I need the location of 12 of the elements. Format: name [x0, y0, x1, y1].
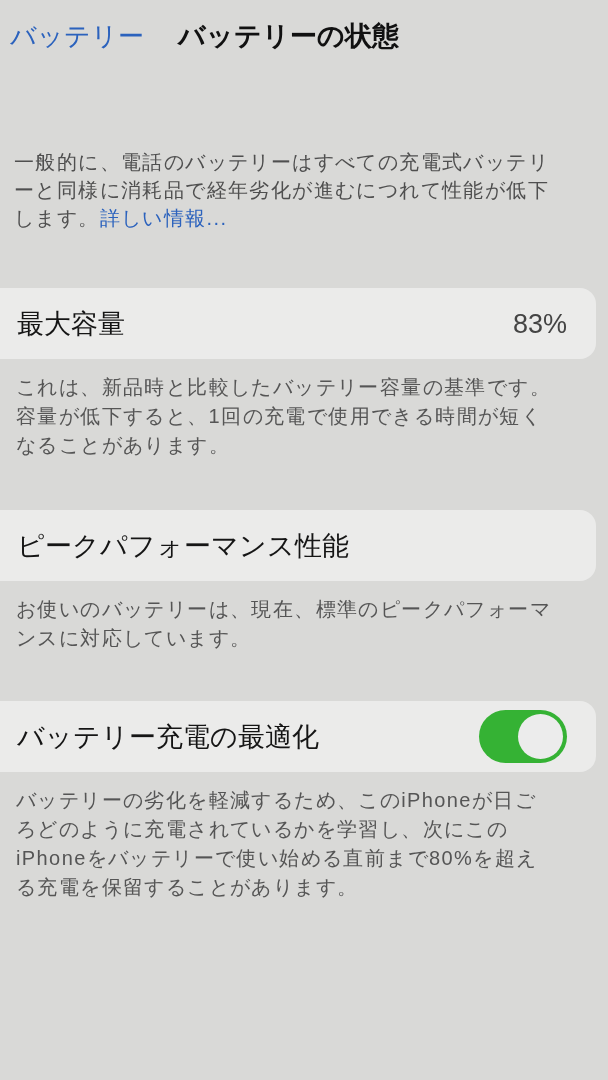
row-label: バッテリー充電の最適化: [17, 720, 319, 753]
row-footer-text: これは、新品時と比較したバッテリー容量の基準です。容量が低下すると、1回の充電で使用できる時間が短くなることがあります。: [16, 375, 552, 458]
row-label: ピークパフォーマンス性能: [17, 529, 349, 562]
row-footer-text: お使いのバッテリーは、現在、標準のピークパフォーマンスに対応しています。: [16, 597, 552, 651]
back-link[interactable]: バッテリー: [10, 20, 144, 52]
intro-text: 一般的に、電話のバッテリーはすべての充電式バッテリーと同様に消耗品で経年劣化が進むにつれて性能が低下します。詳しい情報...: [14, 150, 550, 231]
row-label: 最大容量: [17, 307, 125, 340]
row-value: 83%: [512, 307, 567, 340]
learn-more-link[interactable]: 詳しい情報...: [99, 207, 228, 229]
page-title: バッテリーの状態: [178, 20, 399, 52]
row-footer-text: バッテリーの劣化を軽減するため、このiPhoneが日ごろどのように充電されているかを学習し、次にこのiPhoneをバッテリーで使い始める直前まで80%を超える充電を保留することがあります。: [16, 788, 539, 900]
toggle-switch[interactable]: [479, 710, 567, 763]
